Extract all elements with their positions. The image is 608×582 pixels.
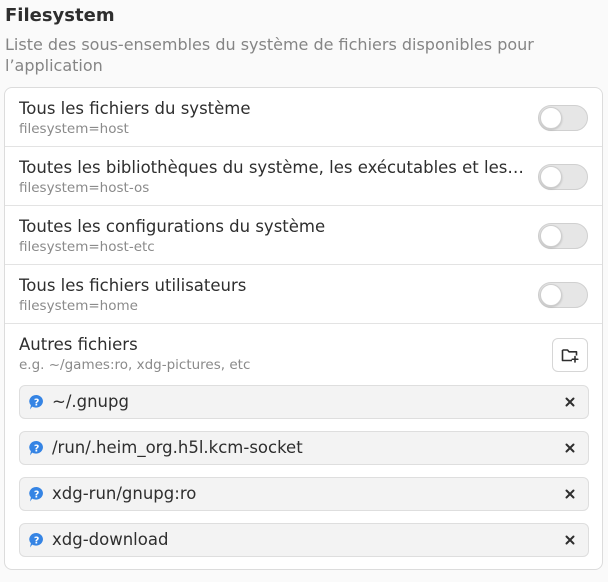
question-icon: ? (29, 532, 43, 548)
file-entry-path: xdg-download (52, 530, 169, 549)
switch-knob (540, 225, 562, 247)
switch-knob (540, 107, 562, 129)
other-files-section: Autres fichiers e.g. ~/games:ro, xdg-pic… (5, 324, 602, 569)
section-title: Filesystem (5, 5, 115, 26)
section-description: Liste des sous-ensembles du système de f… (5, 35, 534, 75)
close-icon (565, 489, 575, 499)
question-icon: ? (29, 440, 43, 456)
filesystem-permissions-page: Filesystem Liste des sous-ensembles du s… (0, 0, 608, 582)
question-icon: ? (29, 394, 43, 410)
host-switch[interactable] (538, 105, 588, 131)
toggle-row-title: Toutes les bibliothèques du système, les… (19, 158, 524, 177)
toggle-row-host: Tous les fichiers du système filesystem=… (5, 88, 602, 147)
file-entry-path: /run/.heim_org.h5l.kcm-socket (52, 438, 303, 457)
file-entry-path: ~/.gnupg (52, 392, 129, 411)
toggle-row-home: Tous les fichiers utilisateurs filesyste… (5, 265, 602, 324)
svg-text:?: ? (34, 443, 40, 454)
svg-text:?: ? (34, 535, 40, 546)
other-files-title: Autres fichiers (19, 335, 138, 354)
toggle-row-subtitle: filesystem=host-etc (19, 239, 155, 255)
host-etc-switch[interactable] (538, 223, 588, 249)
toggle-row-subtitle: filesystem=host-os (19, 180, 150, 196)
file-entry: ? /run/.heim_org.h5l.kcm-socket (19, 431, 589, 465)
remove-entry-button[interactable] (560, 484, 580, 504)
file-entry: ? xdg-download (19, 523, 589, 557)
switch-knob (540, 284, 562, 306)
toggle-row-title: Toutes les configurations du système (19, 217, 326, 236)
remove-entry-button[interactable] (560, 392, 580, 412)
remove-entry-button[interactable] (560, 530, 580, 550)
home-switch[interactable] (538, 282, 588, 308)
filesystem-card: Tous les fichiers du système filesystem=… (4, 87, 603, 570)
toggle-row-subtitle: filesystem=home (19, 298, 138, 314)
svg-text:?: ? (34, 397, 40, 408)
close-icon (565, 397, 575, 407)
close-icon (565, 443, 575, 453)
host-os-switch[interactable] (538, 164, 588, 190)
file-entry-path: xdg-run/gnupg:ro (52, 484, 197, 503)
add-file-button[interactable] (552, 338, 588, 372)
close-icon (565, 535, 575, 545)
toggle-row-subtitle: filesystem=host (19, 121, 129, 137)
folder-add-icon (561, 349, 579, 363)
other-files-subtitle: e.g. ~/games:ro, xdg-pictures, etc (19, 357, 251, 373)
remove-entry-button[interactable] (560, 438, 580, 458)
toggle-row-title: Tous les fichiers utilisateurs (19, 276, 247, 295)
toggle-row-title: Tous les fichiers du système (19, 99, 251, 118)
toggle-row-host-etc: Toutes les configurations du système fil… (5, 206, 602, 265)
file-entry: ? ~/.gnupg (19, 385, 589, 419)
switch-knob (540, 166, 562, 188)
svg-text:?: ? (34, 489, 40, 500)
file-entry: ? xdg-run/gnupg:ro (19, 477, 589, 511)
question-icon: ? (29, 486, 43, 502)
toggle-row-host-os: Toutes les bibliothèques du système, les… (5, 147, 602, 206)
